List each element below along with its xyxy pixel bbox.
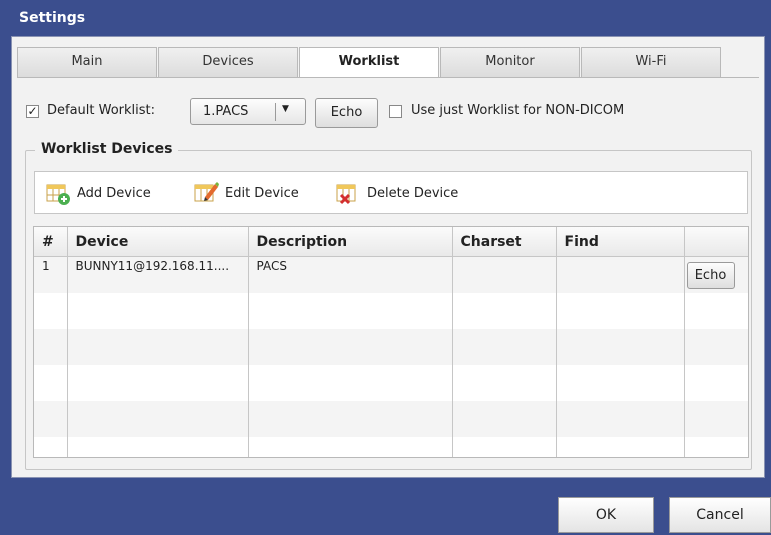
default-worklist-select[interactable]: 1.PACS ▼ xyxy=(190,98,306,125)
table-header-row: # Device Description Charset Find xyxy=(34,227,748,257)
title-bar: Settings xyxy=(0,0,771,36)
cancel-button[interactable]: Cancel xyxy=(669,497,771,533)
table-row xyxy=(34,401,748,437)
table-row xyxy=(34,365,748,401)
dropdown-arrow-icon: ▼ xyxy=(282,104,289,114)
delete-device-button[interactable]: Delete Device xyxy=(335,180,458,206)
cell-charset xyxy=(452,256,557,293)
row-echo-button[interactable]: Echo xyxy=(686,261,735,289)
column-header-number[interactable]: # xyxy=(34,227,68,257)
table-row xyxy=(34,293,748,329)
edit-device-label: Edit Device xyxy=(225,185,299,201)
edit-device-button[interactable]: Edit Device xyxy=(193,180,299,206)
tab-bar: Main Devices Worklist Monitor Wi-Fi xyxy=(17,47,722,78)
cell-device: BUNNY11@192.168.11.... xyxy=(67,256,249,293)
tab-monitor[interactable]: Monitor xyxy=(440,47,580,77)
default-worklist-checkbox[interactable]: ✓ xyxy=(26,105,39,118)
ok-button[interactable]: OK xyxy=(558,497,654,533)
cell-number: 1 xyxy=(34,256,68,293)
tab-worklist[interactable]: Worklist xyxy=(299,47,439,78)
worklist-devices-legend: Worklist Devices xyxy=(35,141,179,157)
column-header-action xyxy=(684,227,748,257)
add-device-label: Add Device xyxy=(77,185,151,201)
column-header-charset[interactable]: Charset xyxy=(452,227,557,257)
window-title: Settings xyxy=(19,10,86,26)
cell-find xyxy=(556,256,685,293)
edit-device-icon xyxy=(194,182,219,202)
column-header-description[interactable]: Description xyxy=(248,227,453,257)
delete-device-icon xyxy=(336,184,356,205)
tab-main[interactable]: Main xyxy=(17,47,157,77)
default-worklist-label: Default Worklist: xyxy=(47,103,156,118)
add-device-icon xyxy=(46,184,70,205)
worklist-devices-table: # Device Description Charset Find 1 BUNN… xyxy=(33,226,749,458)
cell-action: Echo xyxy=(684,256,748,293)
non-dicom-label: Use just Worklist for NON-DICOM xyxy=(411,103,625,118)
table-row xyxy=(34,329,748,365)
tab-divider xyxy=(17,77,759,78)
checkmark-icon: ✓ xyxy=(27,104,38,118)
delete-device-label: Delete Device xyxy=(367,185,459,201)
tab-devices[interactable]: Devices xyxy=(158,47,298,77)
cell-description: PACS xyxy=(248,256,453,293)
add-device-button[interactable]: Add Device xyxy=(45,180,151,206)
table-row[interactable]: 1 BUNNY11@192.168.11.... PACS Echo xyxy=(34,256,748,293)
devices-toolbar: Add Device Edit Device Delete Device xyxy=(34,171,748,214)
default-worklist-value: 1.PACS xyxy=(203,104,249,119)
echo-button[interactable]: Echo xyxy=(315,98,378,128)
table-row xyxy=(34,437,748,457)
tab-wifi[interactable]: Wi-Fi xyxy=(581,47,721,77)
column-header-find[interactable]: Find xyxy=(556,227,685,257)
column-header-device[interactable]: Device xyxy=(67,227,249,257)
dialog-footer xyxy=(0,478,771,535)
non-dicom-checkbox[interactable] xyxy=(389,105,402,118)
